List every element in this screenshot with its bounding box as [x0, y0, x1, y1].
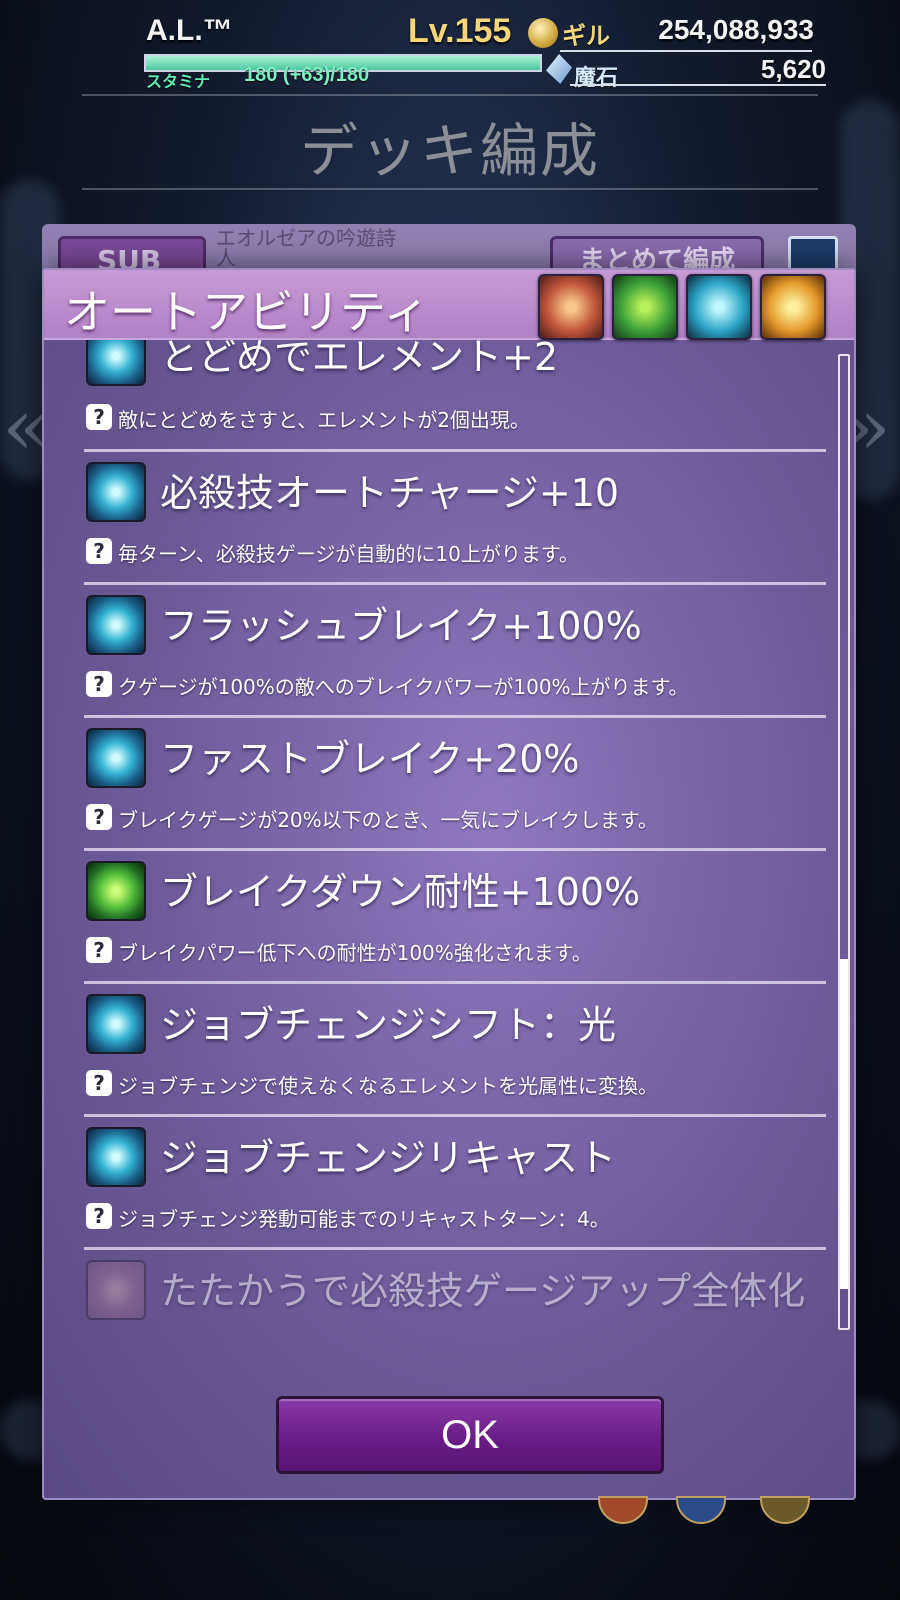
compass-icon[interactable] [686, 274, 752, 340]
player-level: Lv.155 [408, 12, 512, 50]
ability-description: 毎ターン、必殺技ゲージが自動的に10上がります。 [118, 542, 579, 566]
ability-name: とどめでエレメント+2 [160, 340, 559, 379]
mage-stone-label: 魔石 [574, 66, 619, 91]
ability-filter-bar [538, 274, 826, 340]
stamina-label: スタミナ [146, 72, 211, 91]
ability-description: ジョブチェンジ発動可能までのリキャストターン：4。 [118, 1207, 610, 1231]
ability-item[interactable]: ジョブチェンジリキャスト? ジョブチェンジ発動可能までのリキャストターン：4。 [84, 1117, 826, 1250]
gil-coin-icon [528, 18, 558, 48]
ok-button[interactable]: OK [276, 1396, 664, 1474]
ability-list[interactable]: とどめでエレメント+2? 敵にとどめをさすと、エレメントが2個出現。 必殺技オートチ… [84, 340, 826, 1330]
page-title: デッキ編成 [299, 117, 600, 185]
ability-name: たたかうで必殺技ゲージアップ全体化 [160, 1269, 806, 1313]
ability-description: ジョブチェンジで使えなくなるエレメントを光属性に変換。 [118, 1074, 658, 1098]
radiant-person-icon[interactable] [760, 274, 826, 340]
help-icon[interactable]: ? [86, 937, 112, 963]
dialog-title: オートアビリティ [64, 285, 430, 339]
stamina-value: 180 (+63)/180 [244, 64, 370, 86]
status-bar: A.L.™ Lv.155 スタミナ 180 (+63)/180 ギル 254,0… [140, 10, 860, 91]
gil-label: ギル [562, 22, 610, 50]
player-name: A.L.™ [146, 14, 233, 47]
ability-name: ブレイクダウン耐性+100% [160, 870, 641, 914]
compass-icon [86, 462, 146, 522]
mage-stone-icon [546, 54, 572, 84]
compass-icon [86, 994, 146, 1054]
ability-item[interactable]: 必殺技オートチャージ+10? 毎ターン、必殺技ゲージが自動的に10上がります。 [84, 452, 826, 585]
compass-icon [86, 340, 146, 386]
compass-icon [86, 595, 146, 655]
help-icon[interactable]: ? [86, 538, 112, 564]
help-icon[interactable]: ? [86, 404, 112, 430]
element-earth-icon [760, 1496, 810, 1524]
ability-name: ジョブチェンジリキャスト [160, 1136, 617, 1180]
element-water-icon [676, 1496, 726, 1524]
ability-name: フラッシュブレイク+100% [160, 604, 642, 648]
divider [82, 94, 818, 96]
ability-item[interactable]: たたかうで必殺技ゲージアップ全体化 [84, 1250, 826, 1330]
character-name: エオルゼアの吟遊詩人 [216, 226, 396, 270]
shield-chevron-icon[interactable] [612, 274, 678, 340]
ability-item[interactable]: フラッシュブレイク+100%? クゲージが100%の敵へのブレイクパワーが100%… [84, 585, 826, 718]
divider [82, 188, 818, 190]
dialog-header: オートアビリティ [44, 270, 854, 340]
help-icon[interactable]: ? [86, 1070, 112, 1096]
ability-item[interactable]: ジョブチェンジシフト：光? ジョブチェンジで使えなくなるエレメントを光属性に変換… [84, 984, 826, 1117]
compass-icon [86, 1127, 146, 1187]
ability-name: ファストブレイク+20% [160, 737, 580, 781]
ability-description: 敵にとどめをさすと、エレメントが2個出現。 [118, 408, 530, 432]
ability-item[interactable]: ファストブレイク+20%? ブレイクゲージが20%以下のとき、一気にブレイクします… [84, 718, 826, 851]
divider [560, 50, 812, 52]
ability-description: ブレイクゲージが20%以下のとき、一気にブレイクします。 [118, 808, 658, 832]
help-icon[interactable]: ? [86, 804, 112, 830]
help-icon[interactable]: ? [86, 1203, 112, 1229]
compass-icon [86, 728, 146, 788]
mage-stone-value: 5,620 [760, 54, 826, 84]
ability-name: ジョブチェンジシフト：光 [160, 1003, 617, 1047]
ability-name: 必殺技オートチャージ+10 [160, 471, 620, 515]
ability-item[interactable]: とどめでエレメント+2? 敵にとどめをさすと、エレメントが2個出現。 [84, 340, 826, 452]
ability-description: クゲージが100%の敵へのブレイクパワーが100%上がります。 [118, 675, 689, 699]
gil-value: 254,088,933 [658, 14, 814, 45]
auto-ability-dialog: オートアビリティ とどめでエレメント+2? 敵にとどめをさすと、エレメントが2個出… [42, 268, 856, 1500]
help-icon[interactable]: ? [86, 671, 112, 697]
ability-item[interactable]: ブレイクダウン耐性+100%? ブレイクパワー低下への耐性が100%強化されます。 [84, 851, 826, 984]
ability-description: ブレイクパワー低下への耐性が100%強化されます。 [118, 941, 592, 965]
shield-icon [86, 861, 146, 921]
handshake-icon [86, 1260, 146, 1320]
divider [570, 84, 826, 86]
element-fire-icon [598, 1496, 648, 1524]
handshake-icon[interactable] [538, 274, 604, 340]
scrollbar[interactable] [838, 354, 850, 1330]
scrollbar-thumb[interactable] [840, 958, 848, 1290]
